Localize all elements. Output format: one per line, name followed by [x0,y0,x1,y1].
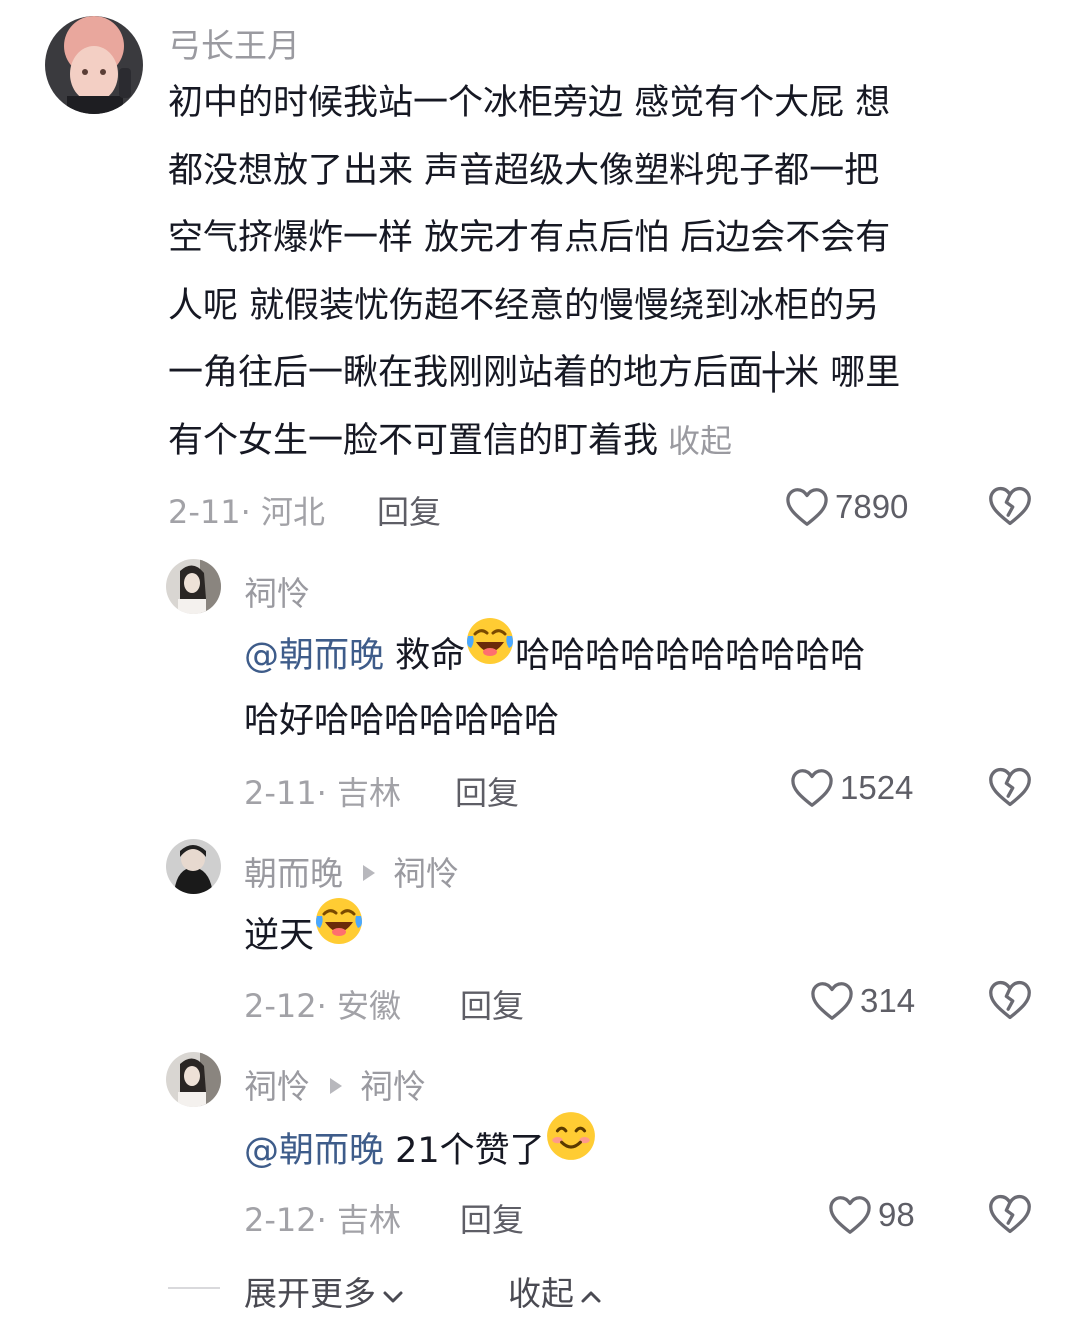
avatar-photo-icon [45,16,143,114]
avatar-photo-icon [166,559,221,614]
smiling-emoji-icon [545,1110,597,1186]
reply-to-username[interactable]: 祠怜 [360,1067,426,1106]
reply-arrow-icon [330,1077,342,1094]
comment-line: 初中的时候我站一个冰柜旁边 感觉有个大屁 想 [168,83,891,123]
reply-to-username[interactable]: 祠怜 [393,854,459,893]
comment-username[interactable]: 弓长王月 [168,19,300,67]
comment-username[interactable]: 祠怜 [244,567,310,615]
comment-date-location: 2-12· 安徽 [244,987,401,1025]
comment-text-line2: 哈好哈哈哈哈哈哈哈 [244,701,560,741]
comment-line: 人呢 就假装忧伤超不经意的慢慢绕到冰柜的另 [168,285,880,326]
dislike-button[interactable] [988,1193,1032,1239]
reply-button[interactable]: 回复 [377,487,441,533]
comment-text: 救命 [384,635,466,676]
dislike-button[interactable] [988,766,1032,812]
heart-icon [811,982,853,1020]
broken-heart-icon [989,486,1031,526]
comment-text: 逆天 [244,915,315,956]
avatar-user-4[interactable] [166,1052,221,1107]
comment-line: 都没想放了出来 声音超级大像塑料兜子都一把 [168,150,880,191]
comment-text: 哈哈哈哈哈哈哈哈哈哈 [515,635,866,676]
chevron-up-icon [580,1273,602,1312]
comment-body: @朝而晚 21个赞了 [244,1112,597,1190]
laughing-crying-emoji-icon [314,896,364,970]
dislike-button[interactable] [988,979,1032,1025]
like-button[interactable]: 7890 [785,482,908,532]
broken-heart-icon [989,1194,1031,1234]
avatar-photo-icon [166,839,221,894]
like-count: 98 [878,1196,915,1233]
broken-heart-icon [989,980,1031,1020]
reply-button[interactable]: 回复 [460,1195,524,1241]
reply-button[interactable]: 回复 [455,768,519,814]
comment-username-line: 祠怜 祠怜 [244,1060,426,1108]
heart-icon [829,1196,871,1234]
like-count: 314 [860,982,916,1019]
mention-link[interactable]: @朝而晚 [244,1131,384,1171]
comment-line: 有个女生一脸不可置信的盯着我 [168,420,659,461]
expand-more-button[interactable]: 展开更多 [244,1267,404,1315]
chevron-down-icon [382,1273,404,1312]
comment-date-location: 2-11· 吉林 [244,774,401,812]
collapse-replies-button[interactable]: 收起 [508,1267,602,1315]
broken-heart-icon [989,767,1031,807]
comment-username-line: 朝而晚 祠怜 [244,847,459,895]
comment-line-last: 有个女生一脸不可置信的盯着我 收起 [168,408,1048,476]
heart-icon [791,769,833,807]
comment-date-location: 2-12· 吉林 [244,1201,401,1239]
like-button[interactable]: 314 [810,976,915,1026]
reply-button[interactable]: 回复 [460,981,524,1027]
like-button[interactable]: 98 [828,1190,915,1240]
comment-line: 一角往后一瞅在我刚刚站着的地方后面┼米 哪里 [168,353,901,393]
comment-username[interactable]: 祠怜 [244,1067,310,1106]
comment-body: @朝而晚 救命 哈哈哈哈哈哈哈哈哈哈 [244,618,866,694]
comment-username[interactable]: 朝而晚 [244,854,343,893]
comment-body: 逆天 [244,898,364,974]
like-button[interactable]: 1524 [790,763,913,813]
avatar-user-1[interactable] [45,16,143,114]
reply-arrow-icon [363,864,375,881]
mention-link[interactable]: @朝而晚 [244,636,384,676]
comment-text: 21个赞了 [384,1130,545,1171]
collapse-replies-label: 收起 [508,1274,574,1313]
like-count: 7890 [835,488,909,525]
dislike-button[interactable] [988,485,1032,531]
collapse-text-button[interactable]: 收起 [668,422,732,460]
laughing-crying-emoji-icon [465,616,515,690]
expand-more-label: 展开更多 [244,1274,376,1313]
comment-line: 空气挤爆炸一样 放完才有点后怕 后边会不会有 [168,218,891,258]
comment-date-location: 2-11· 河北 [168,493,325,531]
comment-body: 初中的时候我站一个冰柜旁边 感觉有个大屁 想 都没想放了出来 声音超级大像塑料兜… [168,70,1048,475]
avatar-photo-icon [166,1052,221,1107]
avatar-user-2[interactable] [166,559,221,614]
avatar-user-3[interactable] [166,839,221,894]
like-count: 1524 [840,769,914,806]
heart-icon [786,488,828,526]
replies-divider [168,1287,220,1289]
